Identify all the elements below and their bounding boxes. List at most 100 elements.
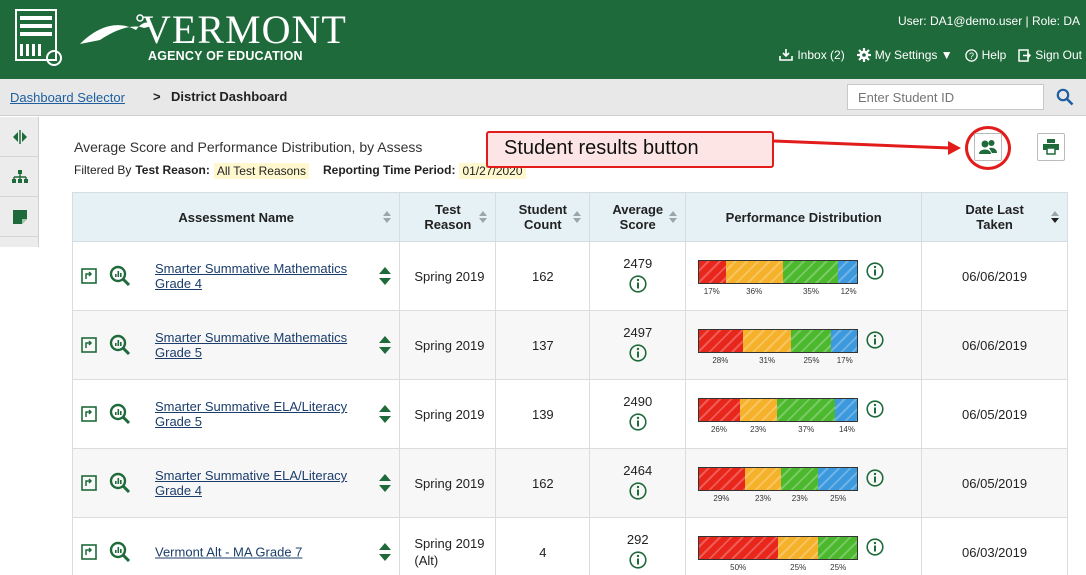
test-reason-value: Spring 2019: [414, 268, 485, 284]
distribution-labels: 29% 23% 23% 25%: [698, 494, 858, 504]
distribution-bar: [698, 398, 859, 422]
assessment-name-cell: Smarter Summative Mathematics Grade 5: [71, 310, 401, 380]
sign-out-link[interactable]: Sign Out: [1018, 48, 1082, 62]
distribution-bar: [698, 467, 859, 491]
distribution-label: 26%: [710, 425, 727, 434]
header-links: Inbox (2) My Settings ▼ ? Help Sign Out: [779, 48, 1082, 62]
performance-distribution-cell: 28% 31% 25% 17%: [685, 310, 923, 380]
assessment-name-link[interactable]: Vermont Alt - MA Grade 7: [155, 545, 367, 560]
assessment-name-link[interactable]: Smarter Summative Mathematics Grade 4: [155, 261, 367, 291]
distribution-segment-level-4: [817, 468, 858, 490]
date-last-taken-value: 06/05/2019: [962, 406, 1028, 422]
distribution-label: 25%: [790, 563, 807, 572]
explore-results-icon[interactable]: [109, 472, 131, 494]
explore-results-icon[interactable]: [109, 334, 131, 356]
distribution-segment-level-2: [778, 537, 818, 559]
table-row: Smarter Summative Mathematics Grade 4 Spr…: [71, 241, 1068, 311]
date-last-taken-value: 06/05/2019: [962, 475, 1028, 491]
col-student-count[interactable]: Student Count: [495, 192, 591, 242]
item-detail-icon[interactable]: [81, 475, 97, 491]
col-assessment-name[interactable]: Assessment Name: [71, 192, 401, 242]
info-icon[interactable]: [866, 469, 884, 487]
info-icon[interactable]: [629, 413, 647, 431]
agency-subtitle: AGENCY OF EDUCATION: [148, 49, 303, 63]
student-count-value: 139: [531, 406, 554, 422]
explore-results-icon[interactable]: [109, 541, 131, 563]
reorder-icon[interactable]: [379, 335, 392, 355]
sort-icon: [669, 211, 678, 223]
average-score-value: 2497: [623, 325, 653, 340]
explore-results-icon[interactable]: [109, 265, 131, 287]
test-reason-cell: Spring 2019 (Alt): [399, 517, 497, 575]
collapse-panel-button[interactable]: [0, 117, 39, 157]
distribution-label: 25%: [803, 356, 820, 365]
distribution-bar-wrap: 28% 31% 25% 17%: [698, 323, 910, 367]
item-detail-icon[interactable]: [81, 268, 97, 284]
distribution-label: 17%: [703, 287, 720, 296]
settings-label: My Settings ▼: [874, 48, 953, 62]
date-last-taken-cell: 06/06/2019: [921, 241, 1068, 311]
student-id-input[interactable]: [847, 84, 1044, 110]
inbox-link[interactable]: Inbox (2): [779, 48, 845, 62]
info-icon[interactable]: [866, 538, 884, 556]
distribution-labels: 28% 31% 25% 17%: [698, 356, 858, 366]
distribution-segment-level-1: [699, 399, 741, 421]
assessment-name-link[interactable]: Smarter Summative ELA/Literacy Grade 4: [155, 468, 367, 498]
distribution-segment-level-3: [781, 468, 818, 490]
distribution-bar: [698, 536, 859, 560]
print-button[interactable]: [1037, 133, 1065, 161]
table-row: Smarter Summative ELA/Literacy Grade 5 Sp…: [71, 379, 1068, 449]
col-test-reason[interactable]: Test Reason: [399, 192, 497, 242]
info-icon[interactable]: [629, 275, 647, 293]
distribution-bar: [698, 329, 859, 353]
col-date-last-taken[interactable]: Date Last Taken: [921, 192, 1068, 242]
student-count-cell: 4: [495, 517, 591, 575]
explore-results-icon[interactable]: [109, 403, 131, 425]
student-count-cell: 162: [495, 241, 591, 311]
info-icon[interactable]: [866, 331, 884, 349]
breadcrumb-dashboard-selector[interactable]: Dashboard Selector: [10, 90, 125, 105]
distribution-labels: 26% 23% 37% 14%: [698, 425, 858, 435]
distribution-label: 23%: [791, 494, 808, 503]
help-link[interactable]: ? Help: [964, 48, 1006, 62]
info-icon[interactable]: [629, 344, 647, 362]
user-info: User: DA1@demo.user | Role: DA: [897, 14, 1080, 28]
assessment-name-link[interactable]: Smarter Summative ELA/Literacy Grade 5: [155, 399, 367, 429]
reorder-icon[interactable]: [379, 473, 392, 493]
item-detail-icon[interactable]: [81, 337, 97, 353]
distribution-bar-wrap: 26% 23% 37% 14%: [698, 392, 910, 436]
item-detail-icon[interactable]: [81, 406, 97, 422]
settings-link[interactable]: My Settings ▼: [856, 48, 953, 62]
search-button[interactable]: [1049, 84, 1081, 110]
info-icon[interactable]: [866, 400, 884, 418]
sign-out-icon: [1018, 48, 1032, 62]
student-results-button[interactable]: [974, 133, 1002, 161]
distribution-label: 37%: [798, 425, 815, 434]
date-last-taken-cell: 06/05/2019: [921, 379, 1068, 449]
org-hierarchy-button[interactable]: [0, 157, 39, 197]
distribution-label: 14%: [838, 425, 855, 434]
breadcrumb-current: District Dashboard: [171, 89, 288, 104]
distribution-labels: 50% 25% 25%: [698, 563, 858, 573]
row-actions: [81, 334, 131, 356]
distribution-segment-level-3: [776, 399, 836, 421]
inbox-label: Inbox (2): [797, 48, 845, 62]
student-count-cell: 139: [495, 379, 591, 449]
notes-button[interactable]: [0, 197, 39, 237]
info-icon[interactable]: [866, 262, 884, 280]
col-average-score[interactable]: Average Score: [589, 192, 687, 242]
reorder-icon[interactable]: [379, 542, 392, 562]
distribution-bar: [698, 260, 859, 284]
reorder-icon[interactable]: [379, 404, 392, 424]
info-icon[interactable]: [629, 482, 647, 500]
assessment-name-link[interactable]: Smarter Summative Mathematics Grade 5: [155, 330, 367, 360]
average-score-value: 292: [626, 532, 649, 547]
reorder-icon[interactable]: [379, 266, 392, 286]
row-actions: [81, 403, 131, 425]
item-detail-icon[interactable]: [81, 544, 97, 560]
average-score-cell: 292: [589, 517, 687, 575]
test-reason-value: Spring 2019 (Alt): [414, 536, 485, 568]
info-icon[interactable]: [629, 551, 647, 569]
expand-collapse-icon: [12, 129, 27, 144]
distribution-label: 36%: [746, 287, 763, 296]
